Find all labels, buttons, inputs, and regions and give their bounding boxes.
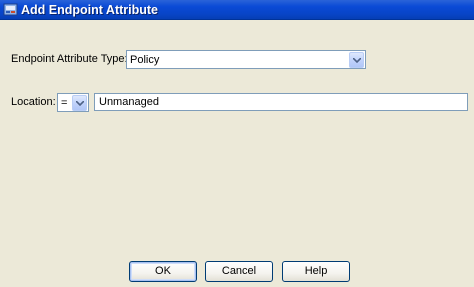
endpoint-attribute-type-dropdown-button[interactable] [349, 52, 364, 68]
cancel-button[interactable]: Cancel [205, 261, 273, 282]
endpoint-attribute-type-label: Endpoint Attribute Type: [11, 53, 128, 65]
help-button[interactable]: Help [282, 261, 350, 282]
endpoint-attribute-type-select[interactable]: Policy [126, 50, 366, 69]
location-operator-dropdown-button[interactable] [72, 95, 87, 111]
window-title: Add Endpoint Attribute [21, 3, 159, 17]
ok-button[interactable]: OK [129, 261, 197, 282]
location-operator-select[interactable]: = [57, 93, 89, 112]
location-label: Location: [11, 96, 56, 108]
chevron-down-icon [353, 58, 361, 63]
title-bar[interactable]: Add Endpoint Attribute [0, 0, 474, 20]
endpoint-attribute-type-value: Policy [130, 54, 160, 66]
app-icon [3, 2, 18, 17]
location-value-field[interactable] [94, 93, 468, 111]
chevron-down-icon [76, 101, 84, 106]
location-value-input[interactable] [95, 94, 467, 110]
location-operator-value: = [61, 97, 68, 109]
